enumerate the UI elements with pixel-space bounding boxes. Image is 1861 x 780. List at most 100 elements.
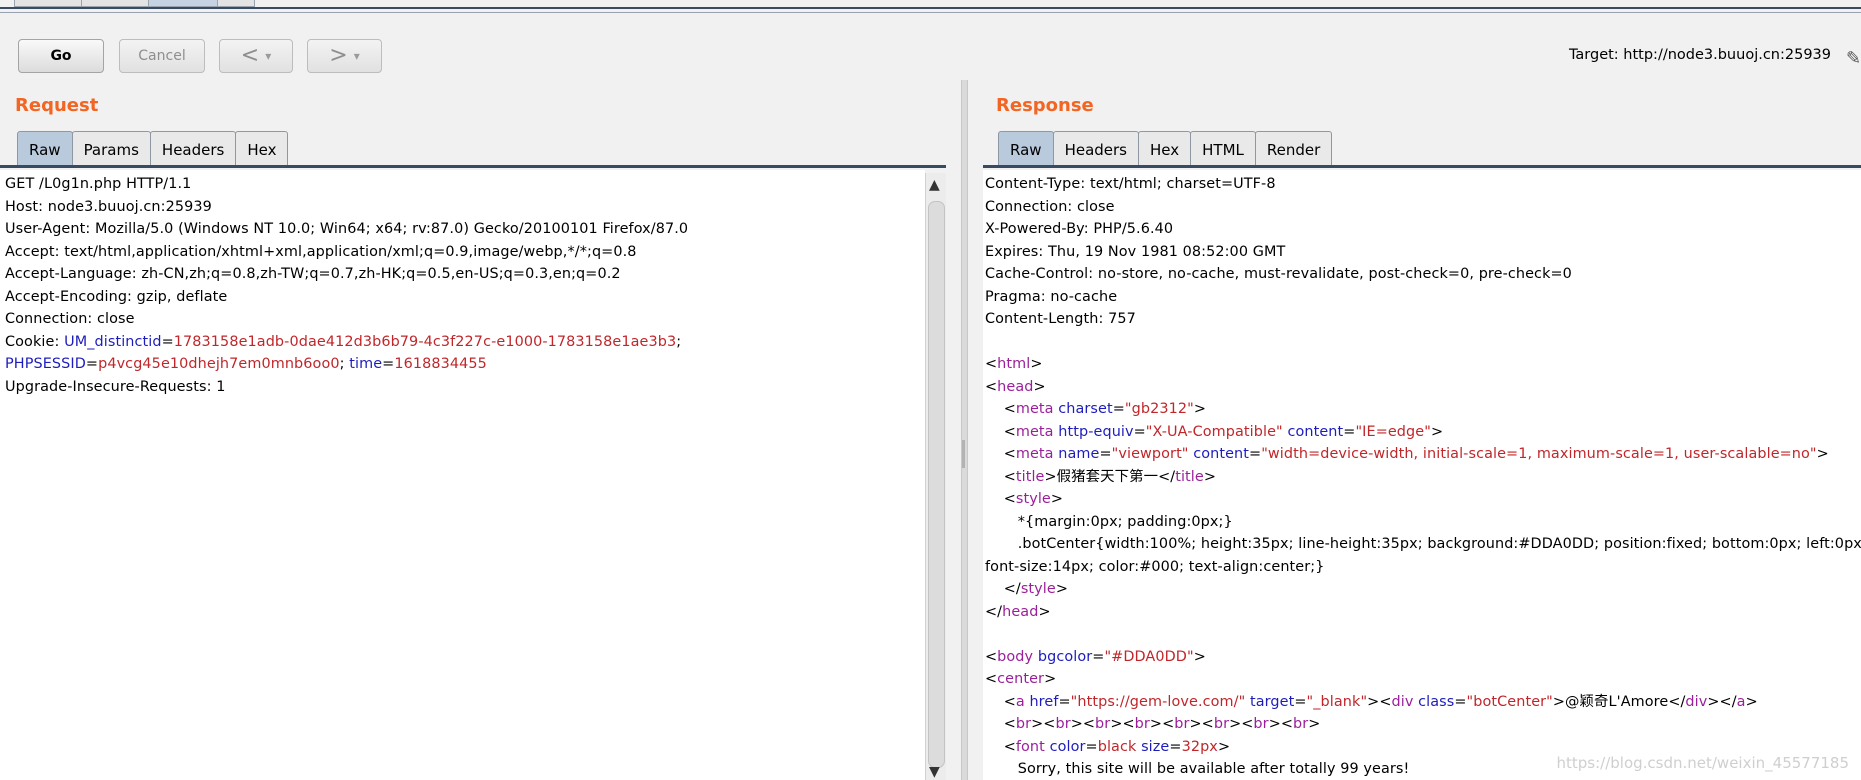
response-token: title xyxy=(1175,468,1204,485)
back-button[interactable]: < ▾ xyxy=(219,39,293,73)
cancel-button-label: Cancel xyxy=(138,48,186,64)
response-line: font-size:14px; color:#000; text-align:c… xyxy=(985,556,1861,579)
top-tab[interactable] xyxy=(217,0,255,7)
response-tab-raw[interactable]: Raw xyxy=(998,131,1054,167)
response-token: > xyxy=(1055,581,1068,597)
request-token: = xyxy=(85,356,99,372)
response-token: > xyxy=(1030,356,1043,372)
response-token: < xyxy=(985,693,1016,710)
response-token: html xyxy=(997,356,1031,372)
request-token: 1783158e1adb-0dae412d3b6b79-4c3f227c-e10… xyxy=(173,333,677,350)
request-line: Accept-Encoding: gzip, deflate xyxy=(5,286,925,309)
top-tab[interactable] xyxy=(81,0,149,7)
split-divider[interactable] xyxy=(961,80,968,780)
cancel-button[interactable]: Cancel xyxy=(119,39,205,73)
response-token: Expires: Thu, 19 Nov 1981 08:52:00 GMT xyxy=(985,243,1286,260)
response-token: "#DDA0DD" xyxy=(1104,648,1194,665)
response-token: "_blank" xyxy=(1306,693,1368,710)
response-token: >< xyxy=(1070,716,1096,732)
response-line: <html> xyxy=(985,353,1861,376)
back-arrow-icon: < xyxy=(240,43,260,68)
request-tab-hex[interactable]: Hex xyxy=(235,131,289,167)
response-line: Content-Length: 757 xyxy=(985,308,1861,331)
request-editor[interactable]: GET /L0g1n.php HTTP/1.1 Host: node3.buuoj… xyxy=(0,170,925,780)
response-line: <meta http-equiv="X-UA-Compatible" conte… xyxy=(985,421,1861,444)
response-line: <meta name="viewport" content="width=dev… xyxy=(985,443,1861,466)
response-token: 32px xyxy=(1181,738,1218,755)
response-token: "width=device-width, initial-scale=1, ma… xyxy=(1261,446,1817,462)
response-token: meta xyxy=(1015,401,1054,417)
response-token: < xyxy=(985,446,1016,462)
response-token: Content-Length: 757 xyxy=(985,311,1136,327)
scroll-thumb[interactable] xyxy=(928,201,945,768)
response-tabs: Raw Headers Hex HTML Render xyxy=(998,131,1333,167)
response-token: >@颖奇L'Amore</ xyxy=(1552,693,1686,710)
request-line: Connection: close xyxy=(5,308,925,331)
request-tab-raw[interactable]: Raw xyxy=(17,131,73,167)
scroll-up-icon[interactable]: ▲ xyxy=(929,177,940,193)
response-line: <meta charset="gb2312"> xyxy=(985,398,1861,421)
response-line: Expires: Thu, 19 Nov 1981 08:52:00 GMT xyxy=(985,241,1861,264)
request-line: User-Agent: Mozilla/5.0 (Windows NT 10.0… xyxy=(5,218,925,241)
response-token: "botCenter" xyxy=(1466,693,1553,710)
response-token: = xyxy=(1454,693,1467,710)
response-line: .botCenter{width:100%; height:35px; line… xyxy=(985,533,1861,556)
response-token: font-size:14px; color:#000; text-align:c… xyxy=(985,558,1325,575)
request-tab-params[interactable]: Params xyxy=(71,131,151,167)
response-token: "viewport" xyxy=(1111,446,1189,462)
response-tab-render[interactable]: Render xyxy=(1254,131,1333,167)
response-line: <head> xyxy=(985,376,1861,399)
response-line: </head> xyxy=(985,601,1861,624)
response-token: = xyxy=(1249,446,1262,462)
response-token: ></ xyxy=(1707,693,1737,710)
request-token: 1618834455 xyxy=(394,356,487,372)
response-token: title xyxy=(1015,468,1045,485)
response-tab-headers[interactable]: Headers xyxy=(1052,131,1139,167)
response-token: < xyxy=(985,423,1016,440)
request-tab-headers[interactable]: Headers xyxy=(149,131,237,167)
response-token: Pragma: no-cache xyxy=(985,288,1118,305)
response-token: .botCenter{width:100%; height:35px; line… xyxy=(985,536,1861,552)
request-scrollbar[interactable]: ▲ ▼ xyxy=(925,173,946,780)
response-token: = xyxy=(1343,423,1356,440)
response-token: = xyxy=(1099,446,1112,462)
top-tab[interactable] xyxy=(14,0,82,7)
response-token: br xyxy=(1293,716,1309,732)
response-token: content xyxy=(1282,423,1344,440)
response-token: color xyxy=(1044,738,1086,755)
request-line: Upgrade-Insecure-Requests: 1 xyxy=(5,376,925,399)
response-token: black xyxy=(1097,738,1137,755)
response-token: > xyxy=(1430,423,1444,440)
response-token: href xyxy=(1024,693,1059,710)
pencil-icon[interactable]: ✎ xyxy=(1846,48,1861,69)
response-line: Content-Type: text/html; charset=UTF-8 xyxy=(985,173,1861,196)
response-token: bgcolor xyxy=(1033,648,1093,665)
request-token: Connection: close xyxy=(5,311,135,327)
response-token: < xyxy=(985,491,1016,507)
response-line: Pragma: no-cache xyxy=(985,286,1861,309)
response-tab-hex[interactable]: Hex xyxy=(1138,131,1192,167)
response-token: head xyxy=(997,378,1034,395)
response-token: "X-UA-Compatible" xyxy=(1145,423,1283,440)
request-token: = xyxy=(161,333,174,350)
forward-dropdown-icon[interactable]: ▾ xyxy=(354,49,360,63)
response-token: >< xyxy=(1189,716,1214,732)
response-token: >< xyxy=(1229,716,1254,732)
response-editor[interactable]: Content-Type: text/html; charset=UTF-8 Co… xyxy=(983,170,1861,780)
response-token: >< xyxy=(1110,716,1135,732)
response-line: <center> xyxy=(985,668,1861,691)
go-button[interactable]: Go xyxy=(18,39,104,73)
response-token: < xyxy=(985,401,1016,417)
request-token: Accept-Encoding: gzip, deflate xyxy=(5,288,228,305)
forward-button[interactable]: > ▾ xyxy=(307,39,382,73)
response-line xyxy=(985,623,1861,646)
request-line: Host: node3.buuoj.cn:25939 xyxy=(5,196,925,219)
split-divider-grip[interactable] xyxy=(962,440,965,468)
response-tab-html[interactable]: HTML xyxy=(1190,131,1256,167)
back-dropdown-icon[interactable]: ▾ xyxy=(265,49,271,63)
scroll-down-icon[interactable]: ▼ xyxy=(929,764,940,780)
response-token: </ xyxy=(985,581,1021,597)
response-line: *{margin:0px; padding:0px;} xyxy=(985,511,1861,534)
top-tab-active[interactable] xyxy=(148,0,218,7)
response-token: > xyxy=(1050,491,1064,507)
